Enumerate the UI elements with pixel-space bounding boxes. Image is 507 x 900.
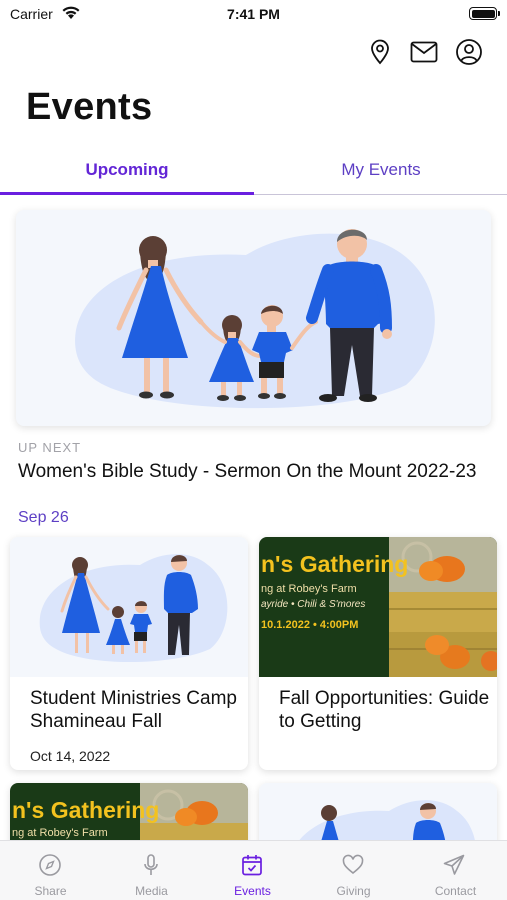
nav-media[interactable]: Media [101, 841, 202, 900]
calendar-icon [242, 855, 262, 876]
farm-headline: n's Gathering [12, 797, 160, 823]
farm-subline: ng at Robey's Farm [12, 827, 108, 839]
page-title: Events [26, 86, 153, 128]
family-illustration [39, 554, 228, 663]
farm-subline: ng at Robey's Farm [261, 583, 357, 595]
nav-giving[interactable]: Giving [303, 841, 404, 900]
event-card-title: Fall Opportunities: Guide to Getting [279, 688, 490, 732]
farm-date-time: 10.1.2022 • 4:00PM [261, 619, 359, 631]
tab-bar: Upcoming My Events [0, 152, 507, 196]
nav-share[interactable]: Share [0, 841, 101, 900]
hero-event-date: Sep 26 [18, 509, 69, 526]
nav-giving-label: Giving [336, 884, 371, 898]
tab-divider [254, 194, 507, 195]
mail-icon[interactable] [409, 38, 439, 66]
microphone-icon [144, 854, 158, 875]
up-next-label: UP NEXT [18, 440, 82, 455]
nav-events-label: Events [234, 884, 271, 898]
heart-icon [342, 854, 364, 875]
nav-contact-label: Contact [434, 884, 477, 898]
event-card-image: n's Gathering ng at Robey's Farm ayride … [259, 537, 497, 677]
location-pin-icon[interactable] [366, 38, 394, 66]
status-bar: Carrier 7:41 PM [0, 0, 507, 30]
event-card-fall-opportunities[interactable]: n's Gathering ng at Robey's Farm ayride … [259, 537, 497, 770]
nav-share-label: Share [34, 884, 67, 898]
farm-headline: n's Gathering [261, 551, 409, 577]
hero-event-card[interactable] [16, 210, 491, 426]
nav-media-label: Media [135, 884, 168, 898]
family-illustration [75, 229, 435, 409]
event-card-image [10, 537, 248, 677]
hero-event-title[interactable]: Women's Bible Study - Sermon On the Moun… [18, 460, 488, 484]
farm-activities: ayride • Chili & S'mores [261, 599, 366, 610]
battery-icon [469, 7, 500, 20]
paper-plane-icon [443, 854, 465, 875]
tab-my-events[interactable]: My Events [254, 152, 507, 196]
nav-events[interactable]: Events [202, 841, 303, 900]
nav-contact[interactable]: Contact [404, 841, 507, 900]
event-card-student-ministries[interactable]: Student Ministries Camp Shamineau Fall O… [10, 537, 248, 770]
event-card-date: Oct 14, 2022 [30, 748, 111, 764]
event-card-title: Student Ministries Camp Shamineau Fall [30, 688, 237, 732]
tab-upcoming[interactable]: Upcoming [0, 152, 254, 196]
profile-icon[interactable] [455, 38, 483, 66]
active-tab-indicator [0, 192, 254, 195]
status-time: 7:41 PM [227, 6, 280, 22]
compass-icon [39, 854, 61, 876]
bottom-tab-bar: Share Media Events Giving Contact [0, 840, 507, 900]
